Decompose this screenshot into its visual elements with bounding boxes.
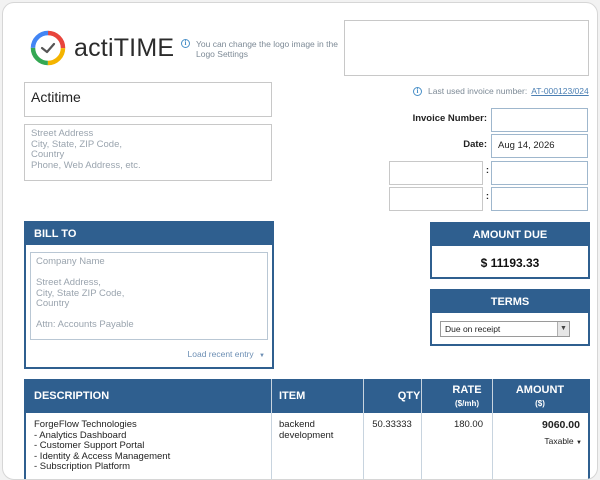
col-header-item-label: ITEM <box>279 390 306 402</box>
custom-field-2-label-input[interactable] <box>389 187 483 211</box>
invoice-number-input[interactable] <box>491 108 588 132</box>
table-header: DESCRIPTION ITEM QTY RATE ($/mh) AMOUNT … <box>26 379 588 413</box>
row-qty-field[interactable]: 50.33333 <box>363 419 421 431</box>
date-label: Date: <box>463 139 487 150</box>
line-items-table: DESCRIPTION ITEM QTY RATE ($/mh) AMOUNT … <box>24 379 590 479</box>
load-recent-entry-dropdown[interactable]: Load recent entry ▼ <box>188 349 265 359</box>
invoice-page: actiTIME i You can change the logo image… <box>2 2 598 480</box>
terms-panel: TERMS Due on receipt ▼ <box>430 289 590 346</box>
bill-to-title: BILL TO <box>26 223 272 245</box>
logo-note-text: You can change the logo image in the Log… <box>196 39 338 59</box>
terms-title: TERMS <box>432 291 588 313</box>
row-tax-label: Taxable <box>544 436 574 446</box>
row-item-field[interactable]: backend development <box>279 419 359 441</box>
last-used-label: Last used invoice number: <box>428 86 528 96</box>
row-description-field[interactable]: ForgeFlow Technologies - Analytics Dashb… <box>34 419 264 473</box>
col-header-amount-label: AMOUNT <box>515 384 565 396</box>
custom-field-2-colon: : <box>485 191 489 202</box>
amount-due-title: AMOUNT DUE <box>432 224 588 246</box>
col-header-rate-label: RATE <box>452 384 482 396</box>
col-header-description-label: DESCRIPTION <box>34 390 110 402</box>
col-header-rate-unit: ($/mh) <box>455 399 479 408</box>
column-divider <box>492 379 493 479</box>
company-address-field[interactable]: Street Address City, State, ZIP Code, Co… <box>24 124 272 181</box>
col-header-item: ITEM <box>279 379 305 413</box>
terms-selected-value: Due on receipt <box>445 324 501 334</box>
logo[interactable]: actiTIME <box>29 28 174 68</box>
column-divider <box>271 379 272 479</box>
company-address-placeholder: Street Address City, State, ZIP Code, Co… <box>31 128 141 171</box>
logo-settings-note: i You can change the logo image in the L… <box>181 39 341 59</box>
last-used-link[interactable]: AT-000123/024 <box>531 86 589 96</box>
info-icon: i <box>181 39 190 48</box>
col-header-qty-label: QTY <box>397 390 421 402</box>
amount-due-value: $ 11193.33 <box>480 256 540 270</box>
company-name-field[interactable]: Actitime <box>24 82 272 117</box>
terms-select[interactable]: Due on receipt ▼ <box>440 321 570 337</box>
col-header-description: DESCRIPTION <box>34 379 109 413</box>
date-input[interactable]: Aug 14, 2026 <box>491 134 588 158</box>
custom-field-1-label-input[interactable] <box>389 161 483 185</box>
info-icon: i <box>413 86 422 96</box>
logo-wordmark: actiTIME <box>74 33 175 62</box>
row-tax-dropdown[interactable]: Taxable ▼ <box>496 436 582 446</box>
clock-logo-icon <box>30 30 66 66</box>
bill-to-placeholder: Company Name Street Address, City, State… <box>36 256 134 330</box>
last-used-invoice: i Last used invoice number: AT-000123/02… <box>413 86 589 96</box>
invoice-number-label: Invoice Number: <box>412 113 487 124</box>
custom-field-1-value-input[interactable] <box>491 161 588 185</box>
logo-upload-area[interactable] <box>344 20 589 76</box>
select-arrow-icon: ▼ <box>557 322 569 336</box>
col-header-amount-unit: ($) <box>535 399 545 408</box>
caret-down-icon: ▼ <box>576 440 582 446</box>
bill-to-address-field[interactable]: Company Name Street Address, City, State… <box>30 252 268 340</box>
custom-field-2-value-input[interactable] <box>491 187 588 211</box>
load-recent-label: Load recent entry <box>187 349 254 359</box>
bill-to-panel: BILL TO Company Name Street Address, Cit… <box>24 221 274 369</box>
row-rate-field[interactable]: 180.00 <box>421 419 483 431</box>
row-amount-value: 9060.00 <box>542 419 580 431</box>
col-header-amount: AMOUNT ($) <box>495 379 585 413</box>
caret-down-icon: ▼ <box>259 353 265 359</box>
custom-field-1-colon: : <box>485 165 489 176</box>
amount-due-panel: AMOUNT DUE $ 11193.33 <box>430 222 590 279</box>
